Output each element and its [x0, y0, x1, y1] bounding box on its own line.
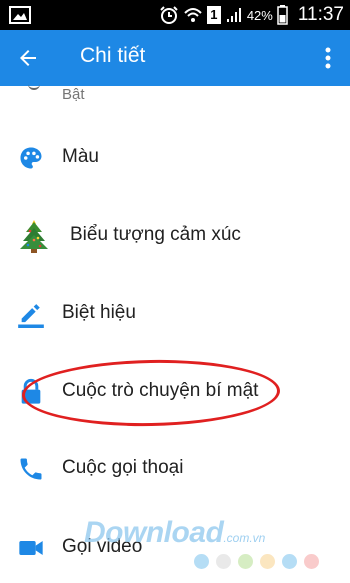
list-item-color[interactable]: Màu	[0, 132, 350, 184]
list-item-label: Biểu tượng cảm xúc	[70, 224, 241, 245]
list-item-label: Cuộc gọi thoại	[62, 457, 184, 478]
partial-item-icon	[28, 84, 40, 90]
watermark-dot	[194, 554, 209, 569]
gallery-icon	[9, 6, 31, 24]
list-item-emoji[interactable]: Biểu tượng cảm xúc	[0, 210, 350, 262]
watermark-dot	[282, 554, 297, 569]
status-bar: 1 42% 11:37	[0, 0, 350, 30]
phone-icon	[20, 458, 42, 480]
lock-icon	[21, 378, 41, 404]
watermark-dot	[238, 554, 253, 569]
clock: 11:37	[297, 4, 344, 25]
video-camera-icon	[19, 541, 43, 555]
sim-indicator: 1	[206, 6, 221, 24]
list-item-label: Biệt hiệu	[62, 302, 136, 323]
more-options-icon[interactable]	[324, 46, 332, 70]
watermark-suffix: .com.vn	[223, 531, 266, 545]
list-item-voice-call[interactable]: Cuộc gọi thoại	[0, 443, 350, 495]
partial-list-item[interactable]: Bật	[62, 86, 85, 103]
status-icons: 1 42% 11:37	[159, 0, 344, 30]
watermark-dot	[304, 554, 319, 569]
watermark: Download.com.vn	[84, 516, 265, 550]
battery-percent: 42%	[246, 7, 273, 23]
list-item-label: Cuộc trò chuyện bí mật	[62, 380, 259, 401]
page-title: Chi tiết	[80, 44, 146, 67]
app-bar: Chi tiết	[0, 30, 350, 86]
list-item-secret-conversation[interactable]: Cuộc trò chuyện bí mật	[0, 366, 350, 418]
christmas-tree-emoji-icon	[20, 220, 48, 253]
watermark-dot	[216, 554, 231, 569]
signal-icon	[226, 8, 241, 22]
battery-icon	[277, 5, 288, 25]
list-item-nickname[interactable]: Biệt hiệu	[0, 288, 350, 340]
palette-icon	[20, 147, 42, 169]
back-arrow-icon[interactable]	[16, 46, 40, 70]
watermark-dot	[260, 554, 275, 569]
wifi-icon	[184, 8, 202, 22]
list-item-label: Màu	[62, 146, 99, 167]
watermark-text: Download	[84, 516, 224, 549]
pencil-icon	[18, 304, 44, 328]
alarm-icon	[160, 6, 178, 24]
watermark-dots	[194, 554, 319, 569]
